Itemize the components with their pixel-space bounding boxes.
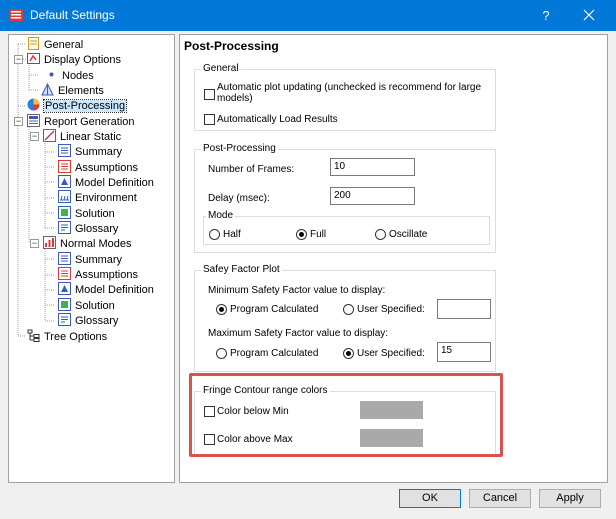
help-button[interactable]: ? xyxy=(531,0,561,31)
min-user-specified-radio[interactable] xyxy=(343,304,354,315)
solution-icon xyxy=(58,206,71,219)
mode-oscillate-label: Oscillate xyxy=(389,229,428,240)
close-icon xyxy=(583,9,595,21)
mode-half-radio[interactable] xyxy=(209,229,220,240)
tree-item-display-options[interactable]: Display Options xyxy=(27,52,121,67)
assumptions-icon xyxy=(58,160,71,173)
tree-item-model-definition[interactable]: Model Definition xyxy=(58,282,154,297)
normal-modes-icon xyxy=(43,236,56,249)
model-definition-icon xyxy=(58,282,71,295)
apply-button[interactable]: Apply xyxy=(539,489,601,508)
frames-label: Number of Frames: xyxy=(208,164,295,175)
environment-icon xyxy=(58,190,71,203)
mode-half-label: Half xyxy=(223,229,241,240)
window-title: Default Settings xyxy=(30,8,115,22)
tree-item-general[interactable]: General xyxy=(27,37,83,52)
min-program-calculated-radio[interactable] xyxy=(216,304,227,315)
max-user-specified-input[interactable]: 15 xyxy=(437,342,491,362)
tree-item-report-generation[interactable]: Report Generation xyxy=(27,114,135,129)
auto-plot-checkbox[interactable] xyxy=(204,89,215,100)
mode-full-radio[interactable] xyxy=(296,229,307,240)
tree-item-elements[interactable]: Elements xyxy=(41,83,104,98)
tree-item-assumptions[interactable]: Assumptions xyxy=(58,160,138,175)
auto-load-label: Automatically Load Results xyxy=(217,114,338,125)
linear-static-icon xyxy=(43,129,56,142)
panel-title: Post-Processing xyxy=(184,39,279,53)
mode-group: Mode Half Full Oscillate xyxy=(203,210,490,245)
mode-oscillate-radio[interactable] xyxy=(375,229,386,240)
max-user-specified-label: User Specified: xyxy=(357,348,425,359)
expander-normal-modes[interactable]: − xyxy=(30,239,39,248)
expander-linear-static[interactable]: − xyxy=(30,132,39,141)
tree-item-solution[interactable]: Solution xyxy=(58,206,115,221)
auto-load-checkbox[interactable] xyxy=(204,114,215,125)
node-icon xyxy=(49,72,54,77)
title-bar: Default Settings ? xyxy=(0,0,616,31)
min-user-specified-label: User Specified: xyxy=(357,304,425,315)
tree-item-solution[interactable]: Solution xyxy=(58,298,115,313)
max-user-specified-radio[interactable] xyxy=(343,348,354,359)
min-program-calculated-label: Program Calculated xyxy=(230,304,319,315)
general-group: General Automatic plot updating (uncheck… xyxy=(194,63,496,131)
frames-input[interactable]: 10 xyxy=(330,158,415,176)
post-processing-group: Post-Processing Number of Frames: 10 Del… xyxy=(194,143,496,253)
post-processing-group-title: Post-Processing xyxy=(201,143,278,154)
display-options-icon xyxy=(27,53,40,64)
auto-plot-label: Automatic plot updating (unchecked is re… xyxy=(217,82,482,104)
min-safety-label: Minimum Safety Factor value to display: xyxy=(208,285,386,296)
tree-item-glossary[interactable]: Glossary xyxy=(58,313,118,328)
settings-tree[interactable]: − − − − General Display Options Nodes El… xyxy=(8,34,175,483)
max-program-calculated-label: Program Calculated xyxy=(230,348,319,359)
post-processing-icon xyxy=(27,98,40,111)
glossary-icon xyxy=(58,313,71,326)
highlight-box xyxy=(189,373,503,457)
summary-icon xyxy=(58,144,71,157)
document-icon xyxy=(28,37,39,50)
tree-item-model-definition[interactable]: Model Definition xyxy=(58,175,154,190)
tree-item-environment[interactable]: Environment xyxy=(58,190,137,205)
tree-item-assumptions[interactable]: Assumptions xyxy=(58,267,138,282)
expander-report-generation[interactable]: − xyxy=(14,117,23,126)
tree-item-nodes[interactable]: Nodes xyxy=(45,68,94,83)
report-icon xyxy=(27,114,40,127)
tree-item-linear-static[interactable]: Linear Static xyxy=(43,129,121,144)
tree-item-summary[interactable]: Summary xyxy=(58,252,122,267)
general-group-title: General xyxy=(201,63,241,74)
safety-factor-group-title: Safey Factor Plot xyxy=(201,264,282,275)
safety-factor-group: Safey Factor Plot Minimum Safety Factor … xyxy=(194,264,496,372)
ok-button[interactable]: OK xyxy=(399,489,461,508)
delay-input[interactable]: 200 xyxy=(330,187,415,205)
expander-display-options[interactable]: − xyxy=(14,55,23,64)
tree-item-normal-modes[interactable]: Normal Modes xyxy=(43,236,132,251)
element-icon xyxy=(41,83,54,96)
tree-item-glossary[interactable]: Glossary xyxy=(58,221,118,236)
tree-item-tree-options[interactable]: Tree Options xyxy=(27,329,107,344)
delay-label: Delay (msec): xyxy=(208,193,270,204)
summary-icon xyxy=(58,252,71,265)
mode-group-title: Mode xyxy=(206,210,236,221)
assumptions-icon xyxy=(58,267,71,280)
close-button[interactable] xyxy=(571,0,607,31)
max-program-calculated-radio[interactable] xyxy=(216,348,227,359)
tree-item-post-processing[interactable]: Post-Processing xyxy=(27,98,128,113)
tree-item-summary[interactable]: Summary xyxy=(58,144,122,159)
min-user-specified-input[interactable] xyxy=(437,299,491,319)
cancel-button[interactable]: Cancel xyxy=(469,489,531,508)
mode-full-label: Full xyxy=(310,229,327,240)
model-definition-icon xyxy=(58,175,71,188)
tree-options-icon xyxy=(27,329,40,342)
max-safety-label: Maximum Safety Factor value to display: xyxy=(208,328,389,339)
solution-icon xyxy=(58,298,71,311)
settings-app-icon xyxy=(9,9,23,21)
glossary-icon xyxy=(58,221,71,234)
